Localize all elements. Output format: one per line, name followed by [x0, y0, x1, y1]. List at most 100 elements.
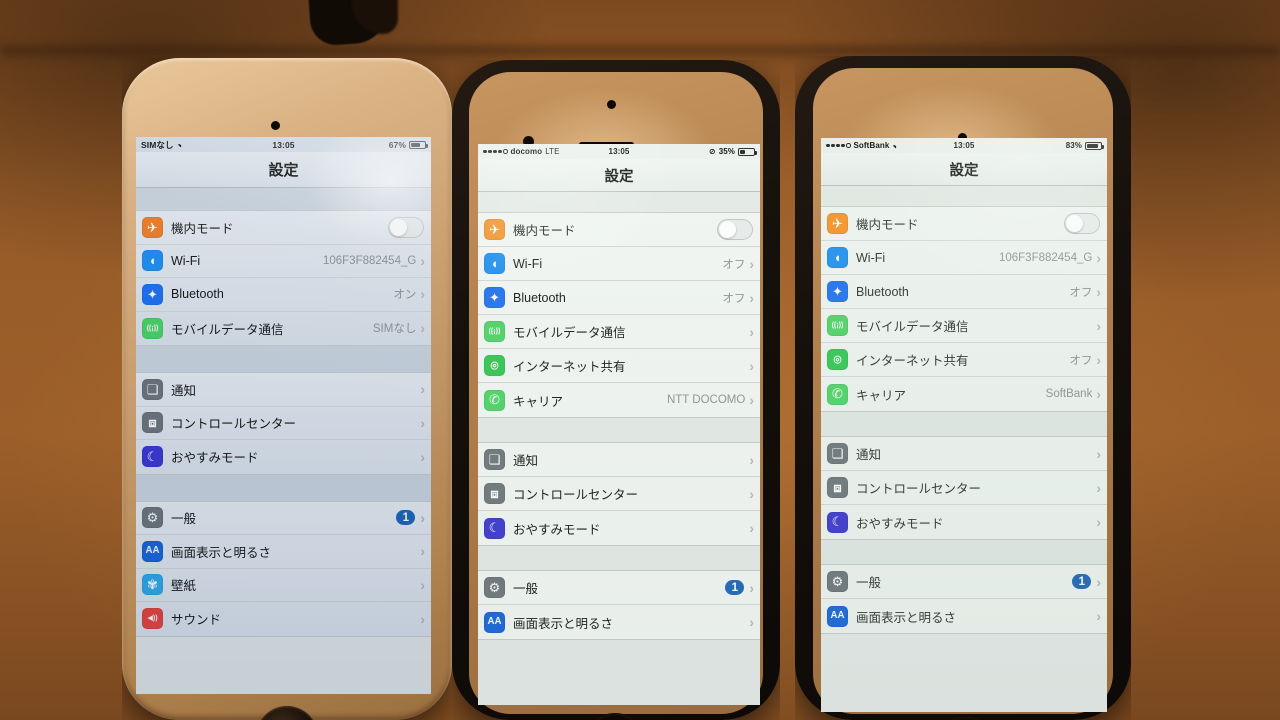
chevron-right-icon: ›: [420, 414, 425, 431]
chevron-right-icon: ›: [1096, 283, 1101, 300]
chevron-right-icon: ›: [1096, 351, 1101, 368]
chevron-right-icon: ›: [420, 543, 425, 560]
phone-center[interactable]: docomo LTE 13:05 ⊘ 35% 設定 ✈ 機内モード ◖ Wi-Fi オフ › ✦ Blue…: [452, 60, 780, 720]
chevron-right-icon: ›: [749, 289, 754, 306]
wifi-icon: ◗: [889, 140, 901, 151]
notification-badge: 1: [1072, 574, 1092, 589]
settings-row[interactable]: ◖ Wi-Fi 106F3F882454_G ›: [821, 241, 1107, 275]
settings-row[interactable]: ✈ 機内モード: [821, 207, 1107, 241]
control-center-icon: ⧈: [484, 483, 505, 504]
settings-row-label: 通知: [513, 454, 539, 468]
chevron-right-icon: ›: [1096, 573, 1101, 590]
settings-row[interactable]: AA 画面表示と明るさ ›: [136, 535, 431, 569]
settings-row[interactable]: ◖ Wi-Fi オフ ›: [478, 247, 760, 281]
settings-row[interactable]: ✦ Bluetooth オフ ›: [478, 281, 760, 315]
phone-icon: ✆: [827, 383, 848, 405]
toggle-switch[interactable]: [717, 219, 753, 240]
settings-row-label: キャリア: [513, 394, 564, 409]
chevron-right-icon: ›: [420, 320, 425, 337]
settings-group: ❏ 通知 › ⧈ コントロールセンター › ☾ おやすみモード ›: [478, 442, 760, 546]
settings-row[interactable]: ❏ 通知 ›: [821, 437, 1107, 471]
phone-left[interactable]: SIMなし ◗ 13:05 67% 設定 ✈ 機内モード ◖ Wi-Fi 106F3F882454…: [122, 58, 452, 720]
settings-row[interactable]: ❏ 通知 ›: [478, 443, 760, 477]
settings-row[interactable]: ✆ キャリア NTT DOCOMO ›: [478, 383, 760, 417]
settings-row-label: 壁紙: [171, 579, 197, 594]
settings-row[interactable]: ✦ Bluetooth オフ ›: [821, 275, 1107, 309]
settings-row[interactable]: ☾ おやすみモード ›: [136, 440, 431, 474]
settings-list[interactable]: ✈ 機内モード ◖ Wi-Fi 106F3F882454_G › ✦ Bluetooth オフ ›…: [821, 186, 1107, 712]
settings-row[interactable]: ◖ Wi-Fi 106F3F882454_G ›: [136, 245, 431, 278]
status-bar-right: 67%: [295, 140, 428, 150]
toggle-switch[interactable]: [388, 216, 424, 238]
settings-row[interactable]: ⚙ 一般 1 ›: [136, 502, 431, 535]
settings-row[interactable]: AA 画面表示と明るさ ›: [478, 605, 760, 639]
settings-list[interactable]: ✈ 機内モード ◖ Wi-Fi オフ › ✦ Bluetooth オフ › ((¡)) モバイルデータ…: [478, 192, 760, 705]
settings-row[interactable]: ((¡)) モバイルデータ通信 ›: [478, 315, 760, 349]
settings-row-value: オフ: [1069, 354, 1093, 367]
settings-row-value: オフ: [722, 258, 746, 271]
settings-list[interactable]: ✈ 機内モード ◖ Wi-Fi 106F3F882454_G › ✦ Bluetooth オン ›…: [136, 188, 431, 694]
chevron-right-icon: ›: [749, 614, 754, 630]
settings-row[interactable]: ⧈ コントロールセンター ›: [478, 477, 760, 511]
settings-row[interactable]: ❏ 通知 ›: [136, 373, 431, 407]
settings-row[interactable]: ((¡)) モバイルデータ通信 SIMなし ›: [136, 312, 431, 346]
settings-row[interactable]: ⧈ コントロールセンター ›: [821, 471, 1107, 505]
gear-icon: ⚙: [484, 577, 505, 598]
list-section-gap: [478, 546, 760, 570]
hotspot-icon: ⌾: [484, 355, 505, 376]
phone-right-screen[interactable]: SoftBank ◗ 13:05 83% 設定 ✈ 機内モード ◖ Wi-Fi 106F3F882…: [821, 138, 1107, 712]
sound-icon: ◀)): [142, 608, 163, 630]
settings-row[interactable]: ⚙ 一般 1 ›: [821, 565, 1107, 599]
settings-row-label: Bluetooth: [171, 287, 224, 302]
settings-row-label: おやすみモード: [513, 522, 601, 537]
settings-row[interactable]: ☾ おやすみモード ›: [478, 511, 760, 545]
settings-row[interactable]: ((¡)) モバイルデータ通信 ›: [821, 309, 1107, 343]
display-icon: AA: [142, 540, 163, 562]
settings-row[interactable]: ⌾ インターネット共有 ›: [478, 349, 760, 383]
nav-bar: 設定: [136, 152, 431, 188]
settings-row-label: 画面表示と明るさ: [513, 616, 614, 631]
settings-row-value: 106F3F882454_G: [998, 251, 1093, 264]
settings-row-label: 一般: [513, 582, 539, 596]
phone-center-screen[interactable]: docomo LTE 13:05 ⊘ 35% 設定 ✈ 機内モード ◖ Wi-Fi オフ › ✦ Blue…: [478, 144, 760, 705]
page-title: 設定: [949, 162, 979, 179]
carrier-label: SoftBank: [853, 141, 890, 150]
settings-row[interactable]: ✆ キャリア SoftBank ›: [821, 377, 1107, 411]
phone-left-screen[interactable]: SIMなし ◗ 13:05 67% 設定 ✈ 機内モード ◖ Wi-Fi 106F3F882454…: [136, 137, 431, 694]
settings-row-label: 機内モード: [513, 224, 576, 238]
toggle-switch[interactable]: [1064, 213, 1100, 234]
chevron-right-icon: ›: [749, 323, 754, 340]
settings-row[interactable]: ☾ おやすみモード ›: [821, 505, 1107, 539]
front-camera-icon: [607, 100, 616, 109]
settings-row-label: おやすみモード: [856, 516, 944, 531]
battery-icon: [1085, 141, 1104, 150]
settings-row[interactable]: ◀)) サウンド ›: [136, 602, 431, 636]
settings-row-value: SIMなし: [372, 323, 417, 336]
settings-row[interactable]: ✈ 機内モード: [478, 213, 760, 247]
airplane-icon: ✈: [827, 213, 848, 234]
phone-right-screen-content: SoftBank ◗ 13:05 83% 設定 ✈ 機内モード ◖ Wi-Fi 106F3F882…: [821, 138, 1107, 712]
settings-row[interactable]: ✦ Bluetooth オン ›: [136, 278, 431, 312]
settings-row[interactable]: ⧈ コントロールセンター ›: [136, 407, 431, 440]
settings-group: ❏ 通知 › ⧈ コントロールセンター › ☾ おやすみモード ›: [136, 372, 431, 475]
settings-row-label: モバイルデータ通信: [513, 326, 626, 340]
settings-row[interactable]: ⚙ 一般 1 ›: [478, 571, 760, 605]
settings-row-value: NTT DOCOMO: [666, 394, 746, 406]
list-section-gap: [136, 188, 431, 210]
settings-row[interactable]: AA 画面表示と明るさ ›: [821, 599, 1107, 633]
settings-group: ❏ 通知 › ⧈ コントロールセンター › ☾ おやすみモード ›: [821, 436, 1107, 540]
settings-group: ⚙ 一般 1 › AA 画面表示と明るさ › ✾ 壁紙 › ◀)) サウンド ›: [136, 500, 431, 637]
settings-row-value: オフ: [1069, 286, 1093, 299]
settings-row[interactable]: ✾ 壁紙 ›: [136, 569, 431, 602]
chevron-right-icon: ›: [1096, 445, 1101, 462]
chevron-right-icon: ›: [420, 381, 425, 398]
chevron-right-icon: ›: [749, 392, 754, 408]
status-bar: docomo LTE 13:05 ⊘ 35%: [478, 144, 760, 159]
settings-row[interactable]: ⌾ インターネット共有 オフ ›: [821, 343, 1107, 377]
phone-right[interactable]: SoftBank ◗ 13:05 83% 設定 ✈ 機内モード ◖ Wi-Fi 106F3F882…: [795, 56, 1131, 720]
gear-icon: ⚙: [827, 571, 848, 592]
settings-row-label: モバイルデータ通信: [856, 320, 969, 334]
settings-row-label: コントロールセンター: [856, 482, 982, 496]
settings-group: ✈ 機内モード ◖ Wi-Fi 106F3F882454_G › ✦ Bluetooth オフ ›…: [821, 206, 1107, 412]
settings-row[interactable]: ✈ 機内モード: [136, 211, 431, 245]
